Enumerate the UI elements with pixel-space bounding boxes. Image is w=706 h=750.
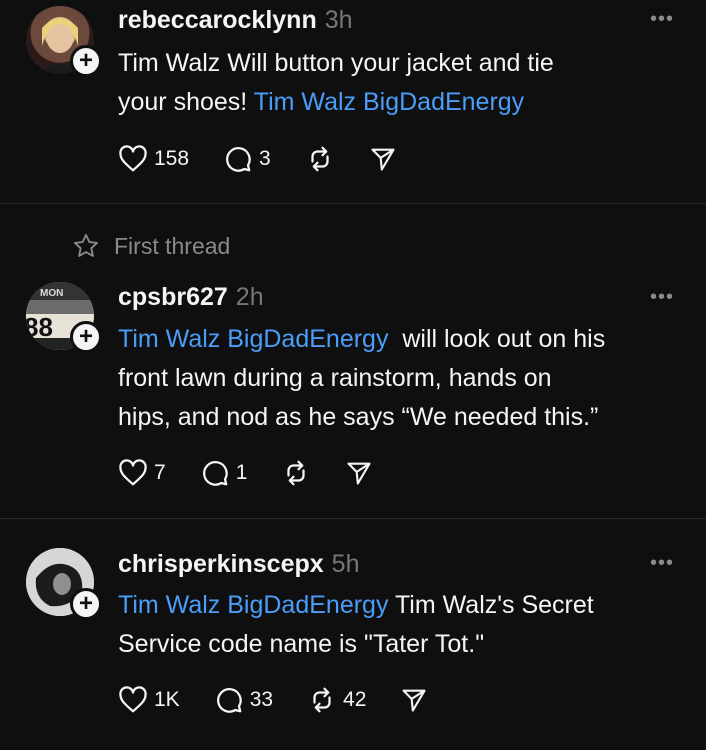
- star-icon: [73, 233, 99, 257]
- share-button[interactable]: [369, 145, 397, 173]
- reply-button[interactable]: 1: [200, 458, 248, 488]
- more-options-icon[interactable]: •••: [650, 8, 674, 31]
- timestamp: 2h: [235, 283, 264, 311]
- send-icon: [402, 689, 426, 712]
- repost-count: 42: [343, 688, 367, 711]
- thread-label-text: First thread: [114, 232, 231, 259]
- post-2: MON 88 + cpsbr627 2h ••• Tim Walz BigDadE…: [0, 280, 706, 516]
- repost-button[interactable]: [281, 458, 311, 488]
- post-text: Tim Walz BigDadEnergy Tim Walz's Secret …: [118, 586, 688, 664]
- follow-plus-icon[interactable]: +: [70, 321, 102, 353]
- username[interactable]: cpsbr627 2h: [118, 283, 264, 312]
- topic-tag-link[interactable]: Tim Walz BigDadEnergy: [118, 325, 388, 353]
- timestamp: 3h: [324, 6, 353, 34]
- reply-count: 3: [259, 147, 271, 170]
- repost-icon: [287, 460, 305, 486]
- comment-icon: [226, 147, 251, 172]
- divider: [0, 203, 706, 204]
- post-line: your shoes! Tim Walz BigDadEnergy: [118, 83, 688, 122]
- heart-icon: [119, 459, 147, 486]
- action-bar: 158 3: [118, 144, 431, 174]
- share-button[interactable]: [400, 686, 428, 714]
- more-options-icon[interactable]: •••: [650, 286, 674, 309]
- repost-button[interactable]: [305, 144, 335, 174]
- follow-plus-icon[interactable]: +: [70, 588, 102, 620]
- like-count: 158: [154, 147, 190, 170]
- post-line-text: will look out on his: [388, 325, 606, 353]
- username[interactable]: chrisperkinscepx 5h: [118, 550, 359, 579]
- comment-icon: [202, 461, 228, 486]
- comment-icon: [216, 688, 242, 713]
- more-options-icon[interactable]: •••: [650, 552, 674, 575]
- topic-tag-link[interactable]: Tim Walz BigDadEnergy: [254, 88, 524, 116]
- post-line: Service code name is "Tater Tot.": [118, 630, 485, 658]
- username-text[interactable]: rebeccarocklynn: [118, 6, 317, 34]
- like-button[interactable]: 1K: [118, 686, 180, 714]
- reply-count: 33: [249, 688, 274, 711]
- post-line: Tim Walz BigDadEnergy will look out on h…: [118, 320, 688, 359]
- username[interactable]: rebeccarocklynn 3h: [118, 6, 353, 35]
- send-icon: [371, 148, 395, 171]
- reply-button[interactable]: 33: [214, 685, 273, 715]
- reply-button[interactable]: 3: [223, 144, 271, 174]
- post-line-text: Tim Walz's Secret: [388, 591, 594, 619]
- username-text[interactable]: cpsbr627: [118, 283, 228, 311]
- post-text: Tim Walz Will button your jacket and tie…: [118, 44, 688, 122]
- repost-icon: [311, 146, 329, 172]
- repost-icon: [313, 687, 331, 713]
- action-bar: 1K 33 42: [118, 685, 462, 715]
- reply-count: 1: [235, 461, 248, 484]
- username-text[interactable]: chrisperkinscepx: [118, 550, 324, 578]
- like-button[interactable]: 7: [118, 459, 166, 487]
- svg-text:88: 88: [26, 312, 53, 342]
- post-line: front lawn during a rainstorm, hands on: [118, 364, 552, 392]
- divider: [0, 518, 706, 519]
- heart-icon: [119, 145, 147, 172]
- timestamp: 5h: [331, 550, 360, 578]
- topic-tag-link[interactable]: Tim Walz BigDadEnergy: [118, 591, 388, 619]
- post-3: + chrisperkinscepx 5h ••• Tim Walz BigDad…: [0, 540, 706, 750]
- post-line: hips, and nod as he says “We needed this…: [118, 403, 599, 431]
- repost-button[interactable]: 42: [307, 685, 366, 715]
- like-button[interactable]: 158: [118, 145, 189, 173]
- send-icon: [347, 462, 371, 485]
- follow-plus-icon[interactable]: +: [70, 45, 102, 77]
- share-button[interactable]: [345, 459, 373, 487]
- svg-text:MON: MON: [40, 288, 63, 299]
- post-line-text: your shoes!: [118, 88, 254, 116]
- heart-icon: [119, 686, 147, 713]
- post-1: + rebeccarocklynn 3h ••• Tim Walz Will bu…: [0, 0, 706, 200]
- action-bar: 7 1: [118, 458, 407, 488]
- like-count: 7: [154, 461, 166, 484]
- like-count: 1K: [154, 688, 180, 711]
- post-line: Tim Walz BigDadEnergy Tim Walz's Secret: [118, 586, 688, 625]
- post-line: Tim Walz Will button your jacket and tie: [118, 49, 554, 77]
- thread-label[interactable]: First thread: [72, 232, 230, 260]
- post-text: Tim Walz BigDadEnergy will look out on h…: [118, 320, 688, 437]
